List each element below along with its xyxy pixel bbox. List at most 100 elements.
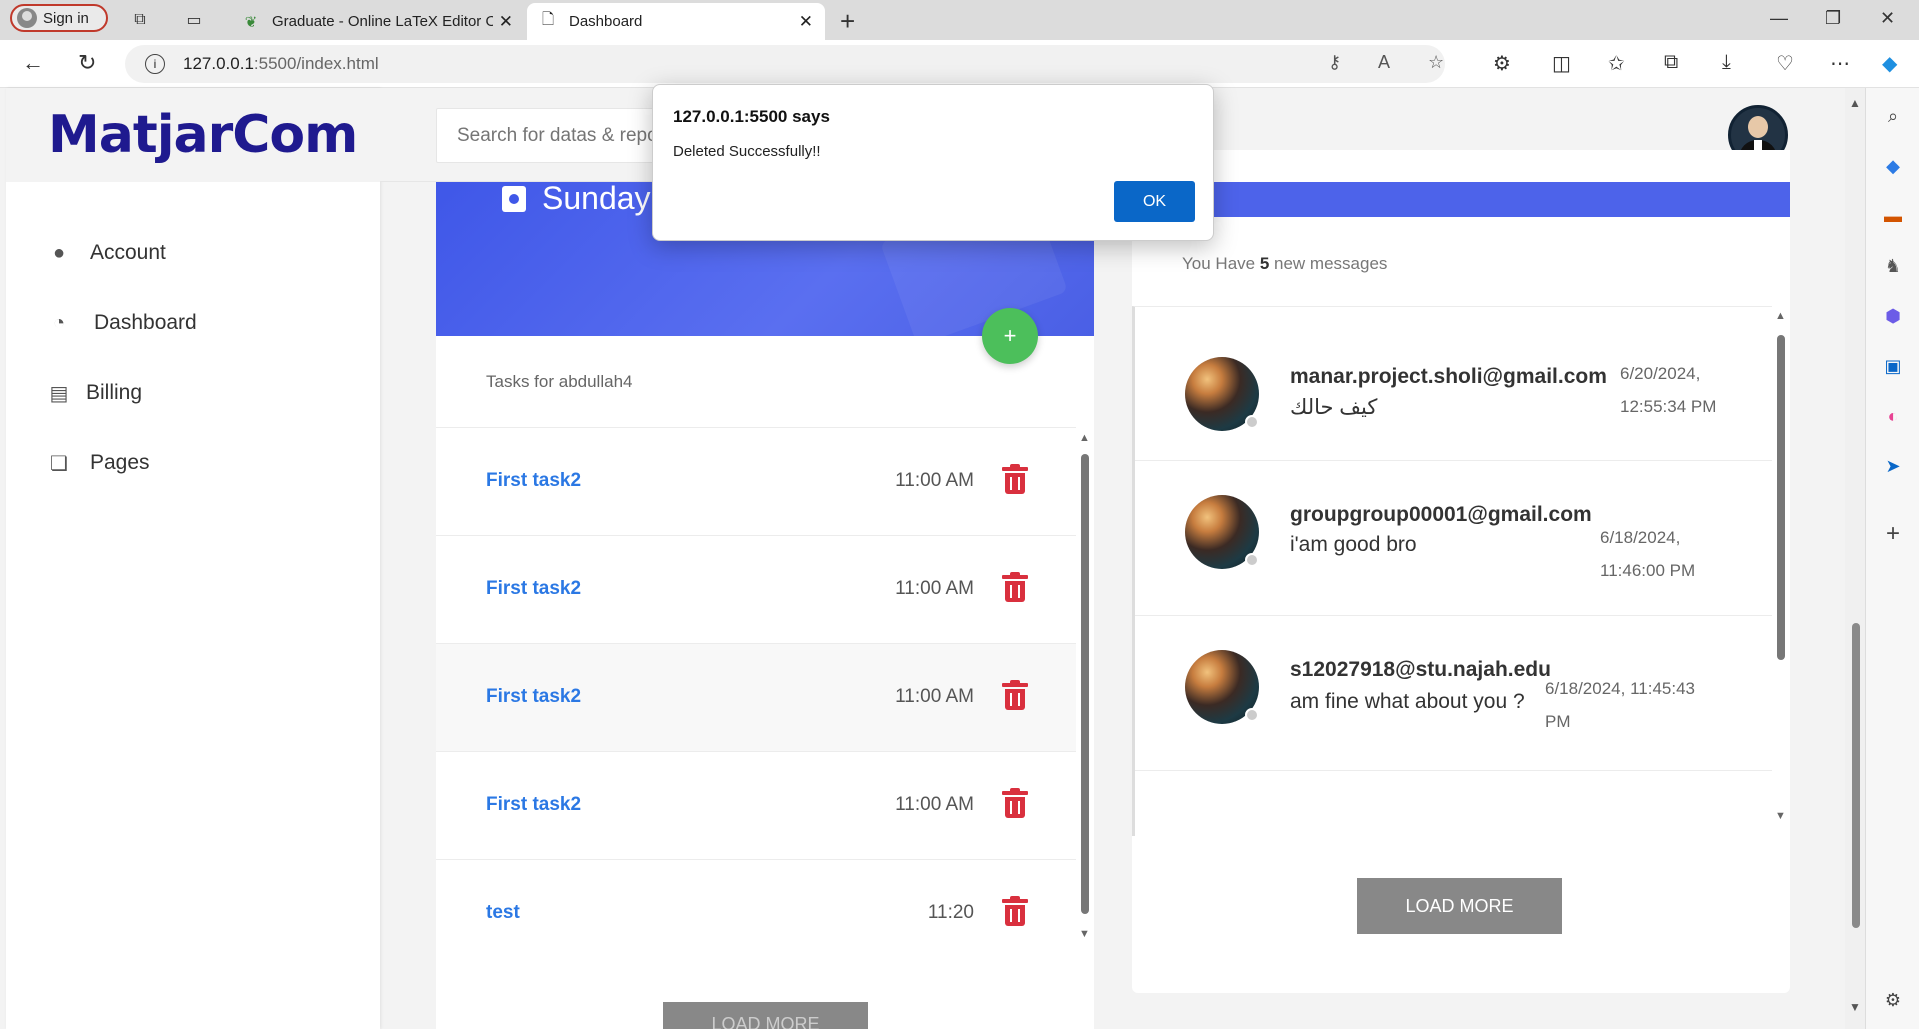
messages-subtitle: You Have 5 new messages <box>1182 254 1388 273</box>
scroll-down-icon[interactable]: ▼ <box>1849 1000 1861 1014</box>
task-row[interactable]: First task2 11:00 AM <box>436 427 1076 535</box>
task-title[interactable]: First task2 <box>486 794 581 816</box>
collections-icon[interactable]: ⧉ <box>1664 51 1678 74</box>
close-tab-icon[interactable]: ✕ <box>799 12 813 32</box>
scroll-thumb[interactable] <box>1081 454 1089 914</box>
message-item[interactable]: s12027918@stu.najah.edu am fine what abo… <box>1135 616 1772 771</box>
minimize-icon[interactable]: — <box>1770 8 1788 29</box>
send-icon[interactable]: ➤ <box>1881 454 1905 478</box>
sign-in-label: Sign in <box>43 9 89 27</box>
tools-icon[interactable]: ▬ <box>1881 204 1905 228</box>
add-sidebar-icon[interactable]: + <box>1881 520 1905 547</box>
scroll-down-icon[interactable]: ▼ <box>1079 928 1090 940</box>
message-text: i'am good bro <box>1290 533 1417 556</box>
trash-icon[interactable] <box>1002 680 1028 710</box>
task-title[interactable]: First task2 <box>486 578 581 600</box>
sender-avatar <box>1185 650 1259 724</box>
browser-essentials-icon[interactable]: ♡ <box>1776 51 1794 76</box>
sidebar-item-dashboard[interactable]: ◔ Dashboard <box>6 288 380 358</box>
ok-button[interactable]: OK <box>1114 181 1195 222</box>
message-date: 6/18/2024, 11:45:43 PM <box>1545 679 1695 731</box>
task-row[interactable]: First task2 11:00 AM <box>436 535 1076 643</box>
scroll-down-icon[interactable]: ▼ <box>1775 810 1786 822</box>
tab-graduate[interactable]: ❦ Graduate - Online LaTeX Editor O ✕ <box>230 3 525 40</box>
tasks-load-more-button[interactable]: LOAD MORE <box>663 1002 868 1029</box>
info-icon[interactable]: i <box>145 54 165 74</box>
scroll-thumb[interactable] <box>1777 335 1785 660</box>
split-screen-icon[interactable]: ◫ <box>1552 51 1571 76</box>
sidebar-item-account[interactable]: ● Account <box>6 218 380 288</box>
dialog-message: Deleted Successfully!! <box>673 143 821 160</box>
settings-icon[interactable]: ⚙ <box>1881 988 1905 1012</box>
message-sender: groupgroup00001@gmail.com <box>1290 503 1592 526</box>
edge-sidebar: ⌕ ◆ ▬ ♞ ⬢ ▣ ◐ ➤ + ⚙ <box>1865 88 1919 1029</box>
trash-icon[interactable] <box>1002 788 1028 818</box>
sidebar-item-pages[interactable]: ❏ Pages <box>6 428 380 498</box>
task-title[interactable]: First task2 <box>486 470 581 492</box>
sidebar-item-billing[interactable]: ▤ Billing <box>6 358 380 428</box>
copilot-icon[interactable]: ◆ <box>1882 51 1897 76</box>
favorite-star-icon[interactable]: ☆ <box>1428 52 1444 73</box>
tasks-scrollbar[interactable]: ▲ ▼ <box>1076 432 1094 942</box>
designer-icon[interactable]: ◐ <box>1881 404 1905 428</box>
messages-list[interactable]: manar.project.sholi@gmail.com كيف حالك 6… <box>1132 306 1772 836</box>
favorites-icon[interactable]: ✩ <box>1608 51 1625 76</box>
task-time: 11:00 AM <box>895 470 974 491</box>
messages-load-more-button[interactable]: LOAD MORE <box>1357 878 1562 934</box>
tab-actions-icon[interactable]: ▭ <box>182 8 206 32</box>
task-row[interactable]: First task2 11:00 AM <box>436 751 1076 859</box>
copilot-app-icon[interactable]: ⬢ <box>1881 304 1905 328</box>
address-bar-row: ← ↻ i 127.0.0.1:5500/index.html ⚷ A ☆ <box>0 40 1919 88</box>
trash-icon[interactable] <box>1002 896 1028 926</box>
sidebar-menu: ● Account ◔ Dashboard ▤ Billing ❏ Pages <box>6 218 380 498</box>
url-field[interactable]: i 127.0.0.1:5500/index.html <box>125 45 1445 83</box>
message-count: 5 <box>1259 254 1270 273</box>
task-time: 11:00 AM <box>895 578 974 599</box>
tab-dashboard[interactable]: 🗋 Dashboard ✕ <box>527 3 825 40</box>
scroll-up-icon[interactable]: ▲ <box>1849 96 1861 110</box>
copy-pages-icon: ❏ <box>50 452 68 475</box>
back-icon[interactable]: ← <box>22 50 44 76</box>
status-dot <box>1245 415 1259 429</box>
alert-dialog: 127.0.0.1:5500 says Deleted Successfully… <box>652 84 1214 241</box>
downloads-icon[interactable]: ⤓ <box>1722 51 1731 74</box>
message-item[interactable]: groupgroup00001@gmail.com i'am good bro … <box>1135 461 1772 616</box>
restore-icon[interactable]: ❐ <box>1825 8 1841 29</box>
sign-in-button[interactable]: Sign in <box>10 4 108 32</box>
games-icon[interactable]: ♞ <box>1881 254 1905 278</box>
scroll-up-icon[interactable]: ▲ <box>1079 432 1090 444</box>
banner-title: Sunday <box>502 182 651 217</box>
refresh-icon[interactable]: ↻ <box>78 50 96 76</box>
task-row[interactable]: test 11:20 <box>436 859 1076 967</box>
add-task-button[interactable]: + <box>982 308 1038 364</box>
messages-scrollbar[interactable]: ▲ ▼ <box>1772 310 1790 830</box>
shopping-tag-icon[interactable]: ◆ <box>1881 154 1905 178</box>
dialog-title: 127.0.0.1:5500 says <box>673 107 830 126</box>
trash-icon[interactable] <box>1002 464 1028 494</box>
scroll-up-icon[interactable]: ▲ <box>1775 310 1786 322</box>
close-window-icon[interactable]: ✕ <box>1880 8 1895 29</box>
search-icon[interactable]: ⌕ <box>1881 104 1905 128</box>
message-text: كيف حالك <box>1290 396 1378 419</box>
more-options-icon[interactable]: ⋯ <box>1830 51 1850 76</box>
workspaces-icon[interactable]: ⧉ <box>128 8 152 32</box>
key-icon[interactable]: ⚷ <box>1328 52 1341 73</box>
task-title[interactable]: First task2 <box>486 686 581 708</box>
logo[interactable]: MatjarCom <box>48 105 358 165</box>
scroll-thumb[interactable] <box>1852 623 1860 928</box>
gauge-icon: ◔ <box>52 311 66 334</box>
task-title[interactable]: test <box>486 902 520 924</box>
extensions-icon[interactable]: ⚙ <box>1493 51 1511 76</box>
trash-icon[interactable] <box>1002 572 1028 602</box>
page-scrollbar[interactable]: ▲ ▼ <box>1845 88 1865 1029</box>
message-sender: manar.project.sholi@gmail.com <box>1290 365 1607 388</box>
outlook-icon[interactable]: ▣ <box>1881 354 1905 378</box>
read-aloud-icon[interactable]: A <box>1378 52 1390 73</box>
task-time: 11:00 AM <box>895 794 974 815</box>
tasks-list[interactable]: First task2 11:00 AM First task2 11:00 A… <box>436 427 1076 967</box>
task-row[interactable]: First task2 11:00 AM <box>436 643 1076 751</box>
close-tab-icon[interactable]: ✕ <box>499 12 513 32</box>
new-tab-button[interactable]: + <box>840 6 855 37</box>
message-item[interactable]: manar.project.sholi@gmail.com كيف حالك 6… <box>1135 307 1772 461</box>
messages-banner <box>1132 182 1790 217</box>
